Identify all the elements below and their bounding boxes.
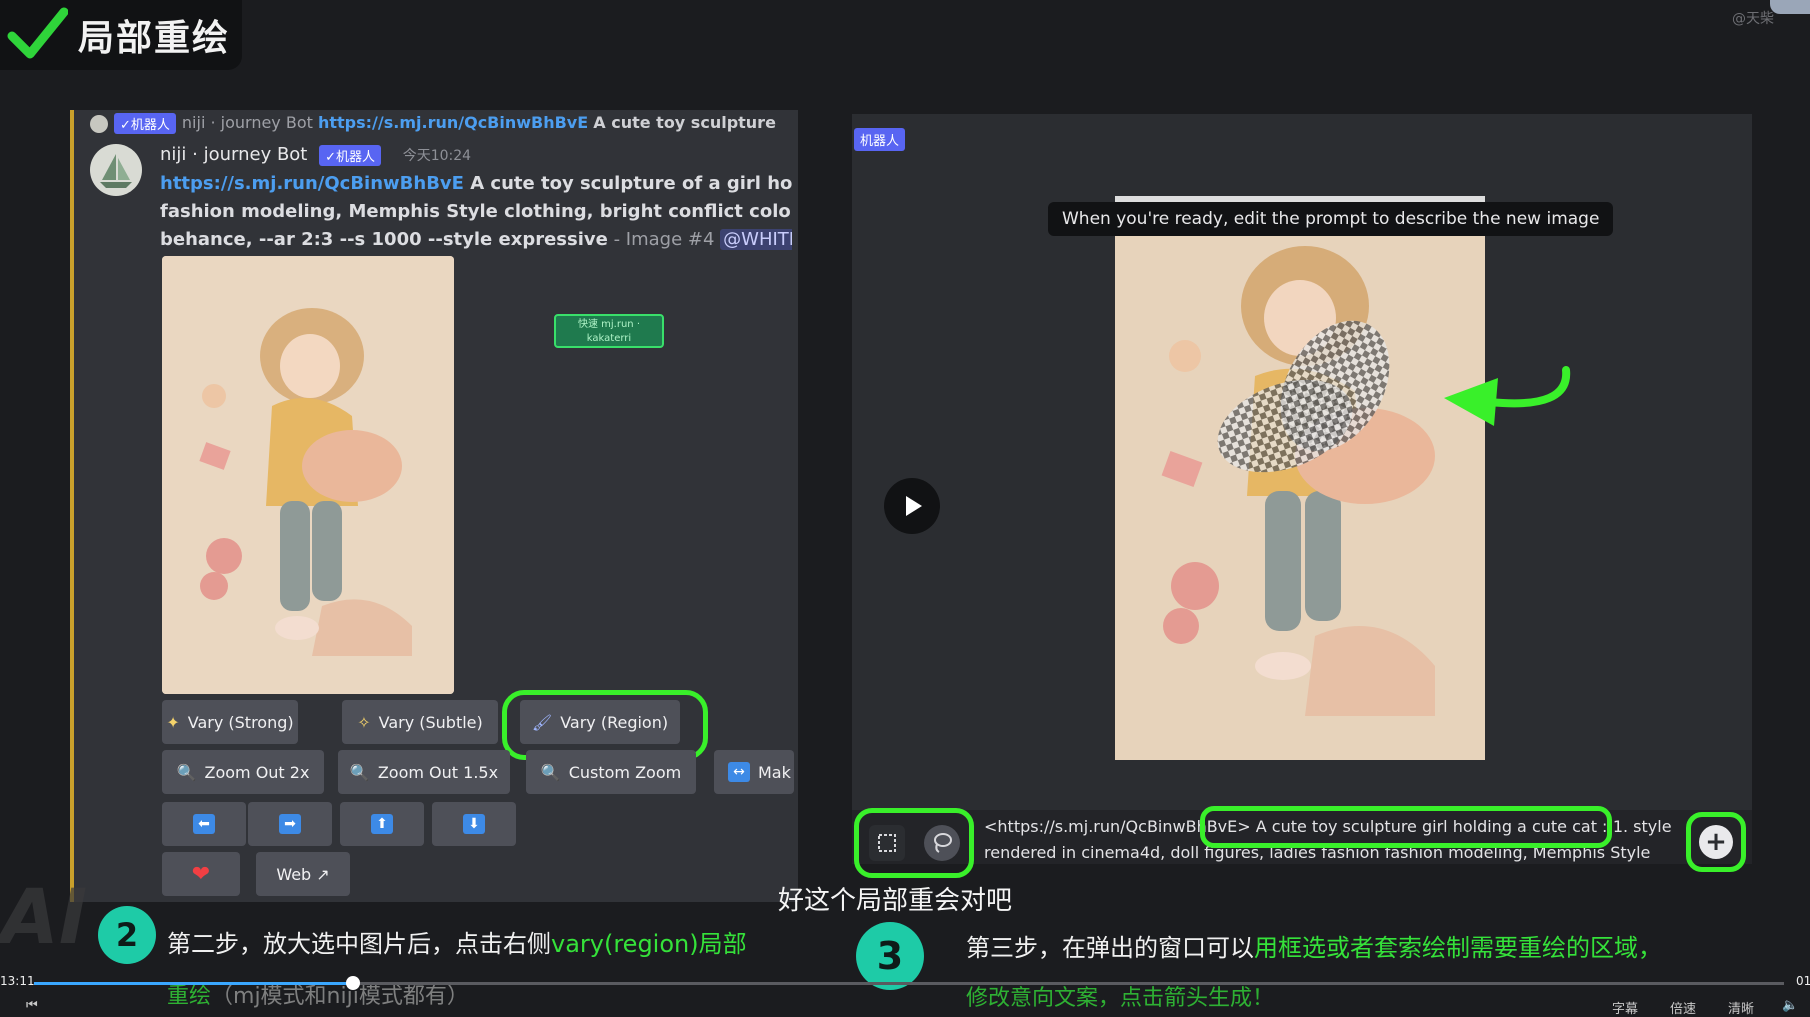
message-timestamp: 今天10:24 (402, 148, 472, 164)
play-button[interactable] (884, 478, 940, 534)
sparkle-icon: ✧ (357, 712, 371, 732)
progress-fill (34, 982, 353, 985)
button-label: Zoom Out 2x (204, 762, 310, 782)
quality-button[interactable]: 清晰 (1728, 998, 1754, 1017)
magnifier-icon: 🔍 (349, 762, 370, 782)
arrow-right-icon: ➡ (279, 814, 301, 834)
button-label: Custom Zoom (568, 762, 682, 782)
favorite-button[interactable]: ❤ (162, 852, 240, 896)
bot-tag: 机器人 (854, 128, 906, 151)
pan-right-button[interactable]: ➡ (248, 802, 332, 846)
button-label: Web ↗ (276, 864, 330, 884)
bot-tag: ✓机器人 (114, 113, 176, 134)
user-mention[interactable]: @WHITE.G.2 (720, 229, 792, 250)
progress-handle[interactable] (345, 976, 360, 990)
rect-select-icon[interactable] (868, 825, 905, 861)
message-body: https://s.mj.run/QcBinwBhBvE A cute toy … (160, 170, 792, 254)
magnifier-icon: 🔍 (176, 762, 197, 782)
pan-down-button[interactable]: ⬇ (432, 802, 516, 846)
subtitle-caption: 好这个局部重会对吧 (778, 886, 1013, 916)
arrow-down-icon: ⬇ (463, 814, 485, 834)
skip-back-icon[interactable]: ⏮ (26, 998, 38, 1013)
zoom-out-1-5x-button[interactable]: 🔍 Zoom Out 1.5x (338, 750, 510, 794)
custom-zoom-button[interactable]: 🔍 Custom Zoom (526, 750, 696, 794)
volume-icon[interactable]: 🔈 (1782, 998, 1798, 1013)
button-label: Vary (Strong) (187, 712, 294, 732)
button-label: Zoom Out 1.5x (377, 762, 499, 782)
plus-circle-icon: + (1699, 825, 1733, 859)
web-link-button[interactable]: Web ↗ (256, 852, 350, 896)
arrows-icon: ↔ (728, 762, 750, 782)
step-2-badge: 2 (98, 906, 156, 964)
tool-selector (854, 808, 974, 878)
zoom-out-2x-button[interactable]: 🔍 Zoom Out 2x (162, 750, 324, 794)
message-author[interactable]: niji · journey Bot (160, 144, 307, 165)
prompt-line-2: fashion modeling, Memphis Style clothing… (160, 201, 792, 222)
magnifier-icon: 🔍 (540, 762, 561, 782)
sticker-badge: 快速 mj.run · kakaterri (554, 314, 664, 348)
bot-tag: ✓机器人 (319, 144, 381, 166)
pan-up-button[interactable]: ⬆ (340, 802, 424, 846)
edit-canvas-image[interactable] (1115, 196, 1485, 760)
reply-text: A cute toy sculpture (593, 113, 776, 132)
bot-avatar[interactable] (90, 144, 142, 196)
heart-icon: ❤ (191, 861, 211, 887)
button-label: Vary (Subtle) (378, 712, 483, 732)
toy-girl-figure (1115, 202, 1485, 760)
submit-button[interactable]: + (1686, 812, 1746, 872)
arrow-annotation-icon (1444, 366, 1571, 426)
vary-subtle-button[interactable]: ✧ Vary (Subtle) (342, 700, 498, 744)
image-index: - Image #4 (607, 229, 721, 250)
prompt-line-3: behance, --ar 2:3 --s 1000 --style expre… (160, 229, 608, 250)
video-title: 局部重绘 (78, 18, 231, 59)
pan-left-button[interactable]: ⬅ (162, 802, 246, 846)
reply-author: niji · journey Bot (181, 113, 313, 132)
message-header: niji · journey Bot ✓机器人 今天10:24 (160, 144, 471, 166)
edit-tooltip: When you're ready, edit the prompt to de… (1048, 202, 1614, 236)
total-time: 01 (1796, 974, 1810, 988)
speed-button[interactable]: 倍速 (1670, 998, 1696, 1017)
title-badge: 局部重绘 (0, 0, 242, 70)
sailboat-icon (100, 154, 132, 188)
step-3-badge: 3 (856, 922, 924, 990)
sparkle-icon: ✦ (166, 712, 180, 732)
arrow-up-icon: ⬆ (371, 814, 393, 834)
generated-image[interactable] (162, 256, 454, 694)
checkmark-icon (7, 7, 68, 59)
lasso-icon[interactable] (923, 825, 960, 861)
player-controls: ⏮ 字幕 倍速 清晰 🔈 (0, 998, 1810, 1017)
prompt-highlight (1200, 806, 1612, 848)
button-label: Mak (758, 762, 791, 782)
prompt-line-1: A cute toy sculpture of a girl holding c… (470, 173, 792, 194)
step-3-text: 第三步，在弹出的窗口可以用框选或者套索绘制需要重绘的区域， (966, 934, 1662, 962)
watermark-logo: AI (0, 872, 88, 961)
reply-link[interactable]: https://s.mj.run/QcBinwBhBvE (318, 113, 588, 132)
corner-avatar (1770, 0, 1810, 14)
reply-avatar (90, 114, 108, 133)
watermark: @天柴 (1732, 11, 1774, 27)
step-2-text: 第二步，放大选中图片后，点击右侧vary(region)局部 (167, 930, 747, 958)
subtitles-button[interactable]: 字幕 (1612, 998, 1638, 1017)
vary-strong-button[interactable]: ✦ Vary (Strong) (162, 700, 298, 744)
toy-girl-figure (162, 256, 454, 694)
reply-preview[interactable]: ✓机器人 niji · journey Bot https://s.mj.run/… (90, 113, 790, 134)
make-square-button[interactable]: ↔ Mak (714, 750, 794, 794)
current-time: 13:11 (0, 974, 35, 988)
arrow-left-icon: ⬅ (193, 814, 215, 834)
prompt-link[interactable]: https://s.mj.run/QcBinwBhBvE (160, 173, 464, 194)
